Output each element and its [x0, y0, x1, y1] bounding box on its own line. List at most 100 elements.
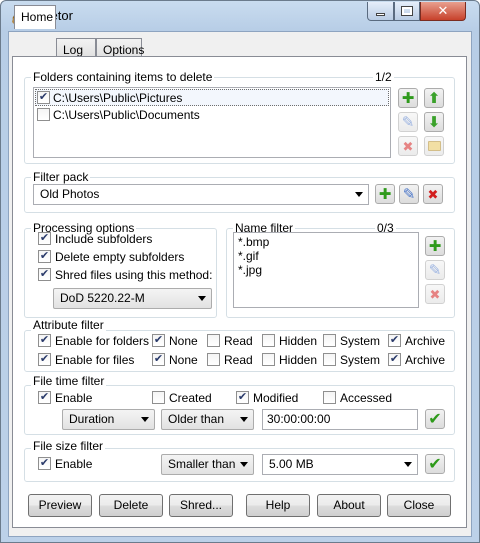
time-created-checkbox[interactable] — [152, 391, 165, 404]
attr-folders-archive-checkbox[interactable]: ✔ — [388, 334, 401, 347]
arrow-up-icon: ⬆ — [427, 89, 441, 107]
shred-method-value: DoD 5220.22-M — [60, 291, 145, 305]
check-icon: ✔ — [389, 334, 400, 346]
attr-folders-read-checkbox[interactable] — [207, 334, 220, 347]
attribute-filter-label: Attribute filter — [31, 318, 106, 332]
time-modified-checkbox[interactable]: ✔ — [236, 391, 249, 404]
check-icon: ✔ — [153, 353, 164, 365]
list-item[interactable]: *.jpg — [238, 263, 262, 277]
size-value-select[interactable]: 5.00 MB — [262, 454, 418, 475]
folder-icon — [427, 141, 441, 151]
filter-pack-label: Filter pack — [31, 170, 91, 184]
time-accessed-checkbox[interactable] — [323, 391, 336, 404]
delete-empty-label: Delete empty subfolders — [55, 250, 185, 264]
attr-read-label: Read — [224, 334, 253, 348]
apply-size-filter-button[interactable]: ✔ — [425, 454, 445, 474]
attr-hidden-label: Hidden — [279, 334, 318, 348]
preview-button[interactable]: Preview — [28, 494, 92, 517]
filter-pack-select[interactable]: Old Photos — [33, 184, 369, 205]
help-button[interactable]: Help — [246, 494, 310, 517]
check-icon: ✔ — [389, 353, 400, 365]
include-subfolders-checkbox[interactable]: ✔ — [38, 232, 51, 245]
attr-archive-label: Archive — [405, 334, 446, 348]
attr-files-read-checkbox[interactable] — [207, 353, 220, 366]
add-folder-button[interactable]: ✚ — [398, 88, 418, 108]
edit-name-filter-button[interactable]: ✎ — [425, 260, 445, 280]
edit-filter-pack-button[interactable]: ✎ — [399, 184, 419, 204]
time-type-select[interactable]: Duration — [62, 409, 155, 430]
tab-home[interactable]: Home — [14, 5, 56, 29]
cross-icon: ✖ — [429, 286, 441, 302]
size-enable-checkbox[interactable]: ✔ — [38, 457, 51, 470]
check-icon: ✔ — [39, 250, 50, 262]
delete-button[interactable]: Delete — [99, 494, 163, 517]
title-bar[interactable]: Deletor ✕ — [1, 1, 479, 31]
chevron-down-icon — [240, 462, 248, 467]
shred-method-select[interactable]: DoD 5220.22-M — [53, 288, 212, 309]
folders-group-label: Folders containing items to delete — [31, 70, 215, 84]
folder-checkbox-1[interactable]: ✔ — [37, 91, 50, 104]
attr-folders-enable-label: Enable for folders — [55, 334, 150, 348]
maximize-icon — [401, 6, 413, 16]
checkmark-icon: ✔ — [428, 455, 442, 473]
check-icon: ✔ — [237, 391, 248, 403]
maximize-button[interactable] — [394, 2, 420, 21]
chevron-down-icon — [141, 417, 149, 422]
plus-icon: ✚ — [401, 89, 415, 107]
close-button[interactable]: Close — [387, 494, 451, 517]
check-icon: ✔ — [39, 457, 50, 469]
include-subfolders-label: Include subfolders — [55, 232, 153, 246]
time-type-value: Duration — [69, 412, 115, 426]
attr-files-none-checkbox[interactable]: ✔ — [152, 353, 165, 366]
time-accessed-label: Accessed — [340, 391, 393, 405]
folders-count: 1/2 — [373, 70, 394, 84]
folder-browse-button[interactable] — [424, 136, 444, 156]
attr-folders-enable-checkbox[interactable]: ✔ — [38, 334, 51, 347]
add-filter-pack-button[interactable]: ✚ — [375, 184, 395, 204]
close-window-button[interactable]: ✕ — [420, 2, 466, 21]
checkmark-icon: ✔ — [428, 410, 442, 428]
time-comparison-value: Older than — [168, 412, 225, 426]
time-enable-checkbox[interactable]: ✔ — [38, 391, 51, 404]
attr-folders-hidden-checkbox[interactable] — [262, 334, 275, 347]
attr-folders-none-checkbox[interactable]: ✔ — [152, 334, 165, 347]
attr-files-enable-checkbox[interactable]: ✔ — [38, 353, 51, 366]
attr-files-archive-checkbox[interactable]: ✔ — [388, 353, 401, 366]
shred-files-checkbox[interactable]: ✔ — [38, 268, 51, 281]
about-button[interactable]: About — [317, 494, 381, 517]
tab-log[interactable]: Log — [56, 38, 96, 58]
minimize-button[interactable] — [367, 2, 394, 21]
move-up-button[interactable]: ⬆ — [424, 88, 444, 108]
size-comparison-select[interactable]: Smaller than — [161, 454, 254, 475]
add-name-filter-button[interactable]: ✚ — [425, 236, 445, 256]
list-item[interactable]: *.bmp — [238, 235, 269, 249]
edit-folder-button[interactable]: ✎ — [398, 112, 418, 132]
list-item[interactable]: *.gif — [238, 249, 259, 263]
attr-archive-label: Archive — [405, 353, 446, 367]
pencil-icon: ✎ — [401, 113, 415, 131]
attr-none-label: None — [169, 353, 198, 367]
attr-files-hidden-checkbox[interactable] — [262, 353, 275, 366]
check-icon: ✔ — [153, 334, 164, 346]
delete-empty-checkbox[interactable]: ✔ — [38, 250, 51, 263]
folder-path-2: C:\Users\Public\Documents — [53, 108, 200, 122]
tab-options[interactable]: Options — [96, 38, 144, 58]
time-comparison-select[interactable]: Older than — [161, 409, 254, 430]
folder-path-1: C:\Users\Public\Pictures — [53, 91, 183, 105]
time-value-input[interactable]: 30:00:00:00 — [262, 409, 418, 430]
attr-folders-system-checkbox[interactable] — [323, 334, 336, 347]
move-down-button[interactable]: ⬇ — [424, 112, 444, 132]
chevron-down-icon — [404, 462, 412, 467]
pencil-icon: ✎ — [428, 261, 442, 279]
check-icon: ✔ — [39, 353, 50, 365]
size-value: 5.00 MB — [269, 457, 314, 471]
folder-checkbox-2[interactable] — [37, 108, 50, 121]
remove-name-filter-button[interactable]: ✖ — [425, 284, 445, 304]
remove-folder-button[interactable]: ✖ — [398, 136, 418, 156]
remove-filter-pack-button[interactable]: ✖ — [423, 184, 443, 204]
shred-button[interactable]: Shred... — [169, 494, 233, 517]
attr-files-system-checkbox[interactable] — [323, 353, 336, 366]
time-filter-label: File time filter — [31, 374, 107, 388]
apply-time-filter-button[interactable]: ✔ — [425, 409, 445, 429]
attr-none-label: None — [169, 334, 198, 348]
